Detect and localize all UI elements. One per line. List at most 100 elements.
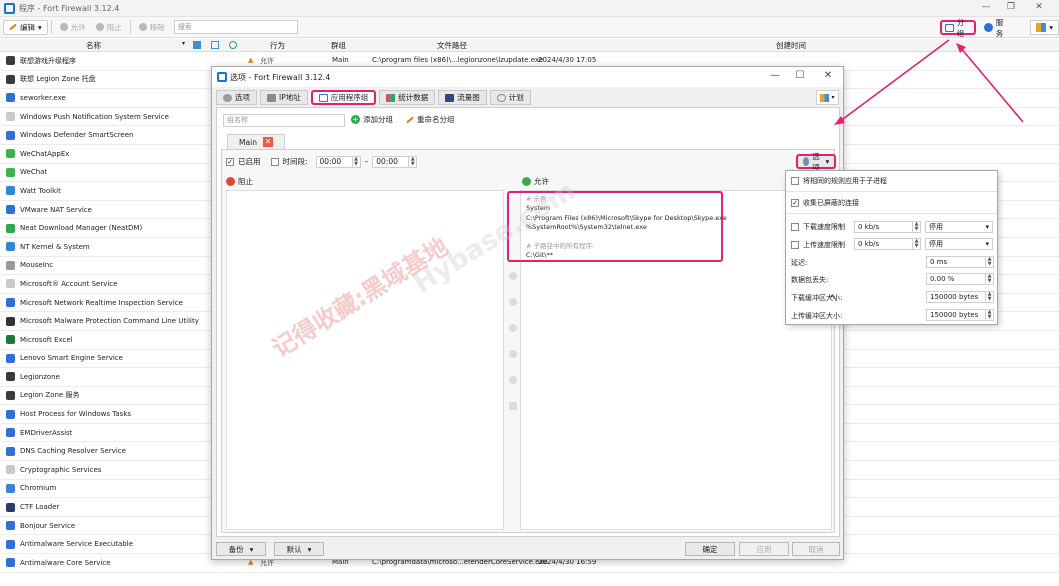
group-button[interactable]: 分组 bbox=[940, 18, 977, 38]
edit-button[interactable]: 编辑 ▾ bbox=[3, 19, 48, 35]
table-row[interactable]: Lenovo Smart Engine Service bbox=[0, 350, 212, 369]
apply-button[interactable]: 应用 bbox=[739, 542, 789, 556]
table-row[interactable]: Microsoft Network Realtime Inspection Se… bbox=[0, 294, 212, 313]
spinner-icon[interactable]: ▲ ▼ bbox=[912, 222, 920, 232]
table-row[interactable]: Antimalware Core Service bbox=[0, 554, 212, 573]
close-icon[interactable]: ✕ bbox=[818, 70, 838, 81]
minimize-icon[interactable]: — bbox=[973, 2, 999, 12]
dl-mode-select[interactable]: 停用 ▾ bbox=[925, 221, 993, 233]
menu-log-blocked[interactable]: ✓ 收集已屏蔽的连接 bbox=[791, 198, 859, 208]
table-row[interactable]: DNS Caching Resolver Service bbox=[0, 442, 212, 462]
spinner-icon[interactable]: ▲ ▼ bbox=[351, 156, 360, 167]
block-button[interactable]: 阻止 bbox=[91, 20, 127, 35]
table-row[interactable]: Neat Download Manager (NeatDM) bbox=[0, 219, 212, 238]
move-left-icon[interactable] bbox=[509, 298, 517, 306]
move-right-icon[interactable] bbox=[509, 272, 517, 280]
table-row[interactable]: Legionzone bbox=[0, 368, 212, 387]
table-row[interactable]: Microsoft® Account Service bbox=[0, 275, 212, 294]
spinner-icon[interactable]: ▲ ▼ bbox=[985, 274, 993, 284]
refresh-icon[interactable] bbox=[509, 350, 517, 358]
tab-ip-addresses[interactable]: IP地址 bbox=[260, 90, 308, 105]
layout-menu-button[interactable]: ▾ bbox=[1030, 20, 1059, 35]
col-created[interactable]: 创建时间 bbox=[776, 40, 806, 51]
spinner-icon[interactable]: ▲ ▼ bbox=[985, 292, 993, 302]
table-row[interactable]: Windows Push Notification System Service bbox=[0, 108, 212, 127]
menu-apply-child[interactable]: 将相同的规则应用于子进程 bbox=[791, 176, 887, 186]
table-row[interactable]: WeChatAppEx bbox=[0, 145, 212, 164]
dl-limit-input[interactable]: 0 kb/s ▲ ▼ bbox=[854, 221, 921, 233]
table-row[interactable]: WeChat bbox=[0, 164, 212, 183]
group-name-input[interactable]: 组名称 bbox=[223, 114, 345, 127]
group-options-button[interactable]: 选项 ▾ bbox=[796, 152, 837, 172]
table-row[interactable]: CTF Loader bbox=[0, 498, 212, 517]
table-row[interactable]: Host Process for Windows Tasks bbox=[0, 405, 212, 424]
allow-button[interactable]: 允许 bbox=[55, 20, 91, 35]
maximize-icon[interactable]: ☐ bbox=[790, 70, 810, 81]
table-row[interactable]: Microsoft Malware Protection Command Lin… bbox=[0, 312, 212, 331]
apply-child-checkbox[interactable] bbox=[791, 177, 799, 185]
ul-mode-select[interactable]: 停用 ▾ bbox=[925, 238, 993, 250]
packet-loss-input[interactable]: 0.00 % ▲ ▼ bbox=[926, 273, 994, 285]
spinner-icon[interactable]: ▲ ▼ bbox=[985, 310, 993, 320]
rename-group-button[interactable]: 重命名分组 bbox=[406, 114, 455, 125]
services-button[interactable]: 服务 bbox=[979, 18, 1015, 38]
table-row[interactable]: 联想游戏升级程序 bbox=[0, 52, 212, 71]
table-row[interactable]: 联想 Legion Zone 托盘 bbox=[0, 71, 212, 90]
minimize-icon[interactable]: — bbox=[765, 70, 785, 81]
dl-buffer-input[interactable]: 150000 bytes ▲ ▼ bbox=[926, 291, 994, 303]
search-input[interactable]: 搜索 bbox=[173, 20, 298, 34]
dialog-layout-menu-button[interactable]: ▾ bbox=[816, 90, 839, 105]
enabled-checkbox[interactable]: ✓ bbox=[226, 157, 234, 166]
col-action[interactable]: 行为 bbox=[270, 40, 285, 51]
table-row[interactable]: Watt Toolkit bbox=[0, 182, 212, 201]
tab-options[interactable]: 选项 bbox=[216, 90, 257, 105]
menu-ul-limit[interactable]: 上传速度限制 bbox=[791, 240, 845, 250]
time-from-input[interactable]: 00:00 ▲ ▼ bbox=[315, 155, 361, 168]
ul-limit-checkbox[interactable] bbox=[791, 241, 799, 249]
ul-buffer-input[interactable]: 150000 bytes ▲ ▼ bbox=[926, 309, 994, 321]
tab-statistics[interactable]: 统计数据 bbox=[379, 90, 436, 105]
period-checkbox[interactable] bbox=[270, 157, 279, 166]
table-row[interactable]: VMware NAT Service bbox=[0, 201, 212, 220]
close-icon[interactable]: ✕ bbox=[1026, 2, 1052, 12]
table-row[interactable]: Bonjour Service bbox=[0, 517, 212, 536]
log-blocked-checkbox[interactable]: ✓ bbox=[791, 199, 799, 207]
remove-button[interactable]: 移除 bbox=[134, 20, 170, 35]
table-row[interactable]: Cryptographic Services bbox=[0, 461, 212, 480]
table-row[interactable]: MouseInc bbox=[0, 257, 212, 276]
copy-icon[interactable] bbox=[509, 324, 517, 332]
cancel-button[interactable]: 取消 bbox=[792, 542, 840, 556]
ul-limit-input[interactable]: 0 kb/s ▲ ▼ bbox=[854, 238, 921, 250]
tab-app-groups[interactable]: 应用程序组 bbox=[310, 90, 377, 105]
table-row[interactable]: seworker.exe bbox=[0, 89, 212, 108]
table-row[interactable]: Microsoft Excel bbox=[0, 331, 212, 350]
folder-icon[interactable] bbox=[509, 402, 517, 410]
add-group-button[interactable]: + 添加分组 bbox=[351, 114, 393, 125]
close-group-icon[interactable]: ✕ bbox=[262, 137, 273, 147]
col-group[interactable]: 群组 bbox=[331, 40, 346, 51]
tab-traffic-graph[interactable]: 流量图 bbox=[438, 90, 487, 105]
col-name[interactable]: 名称 bbox=[86, 40, 101, 51]
table-row[interactable]: Windows Defender SmartScreen bbox=[0, 126, 212, 145]
tab-schedule[interactable]: 计划 bbox=[489, 90, 531, 105]
maximize-icon[interactable]: ❐ bbox=[998, 2, 1024, 12]
backup-button[interactable]: 备份 ▾ bbox=[216, 542, 266, 556]
spinner-icon[interactable]: ▲ ▼ bbox=[985, 257, 993, 267]
group-tab-main[interactable]: Main ✕ bbox=[227, 134, 285, 149]
spinner-icon[interactable]: ▲ ▼ bbox=[912, 239, 920, 249]
table-row[interactable]: Legion Zone 服务 bbox=[0, 387, 212, 406]
time-to-input[interactable]: 00:00 ▲ ▼ bbox=[372, 155, 418, 168]
spinner-icon[interactable]: ▲ ▼ bbox=[408, 156, 416, 167]
latency-input[interactable]: 0 ms ▲ ▼ bbox=[926, 256, 994, 268]
table-row[interactable]: Antimalware Service Executable bbox=[0, 535, 212, 555]
table-row[interactable]: Chromium bbox=[0, 480, 212, 499]
ok-button[interactable]: 确定 bbox=[685, 542, 735, 556]
dl-limit-checkbox[interactable] bbox=[791, 223, 799, 231]
col-path[interactable]: 文件路径 bbox=[437, 40, 467, 51]
default-button[interactable]: 默认 ▾ bbox=[274, 542, 324, 556]
menu-dl-limit[interactable]: 下载速度限制 bbox=[791, 222, 845, 232]
block-list-editor[interactable] bbox=[226, 190, 504, 530]
table-row[interactable]: NT Kernel & System bbox=[0, 238, 212, 257]
table-row[interactable]: EMDriverAssist bbox=[0, 424, 212, 443]
history-icon[interactable] bbox=[509, 376, 517, 384]
